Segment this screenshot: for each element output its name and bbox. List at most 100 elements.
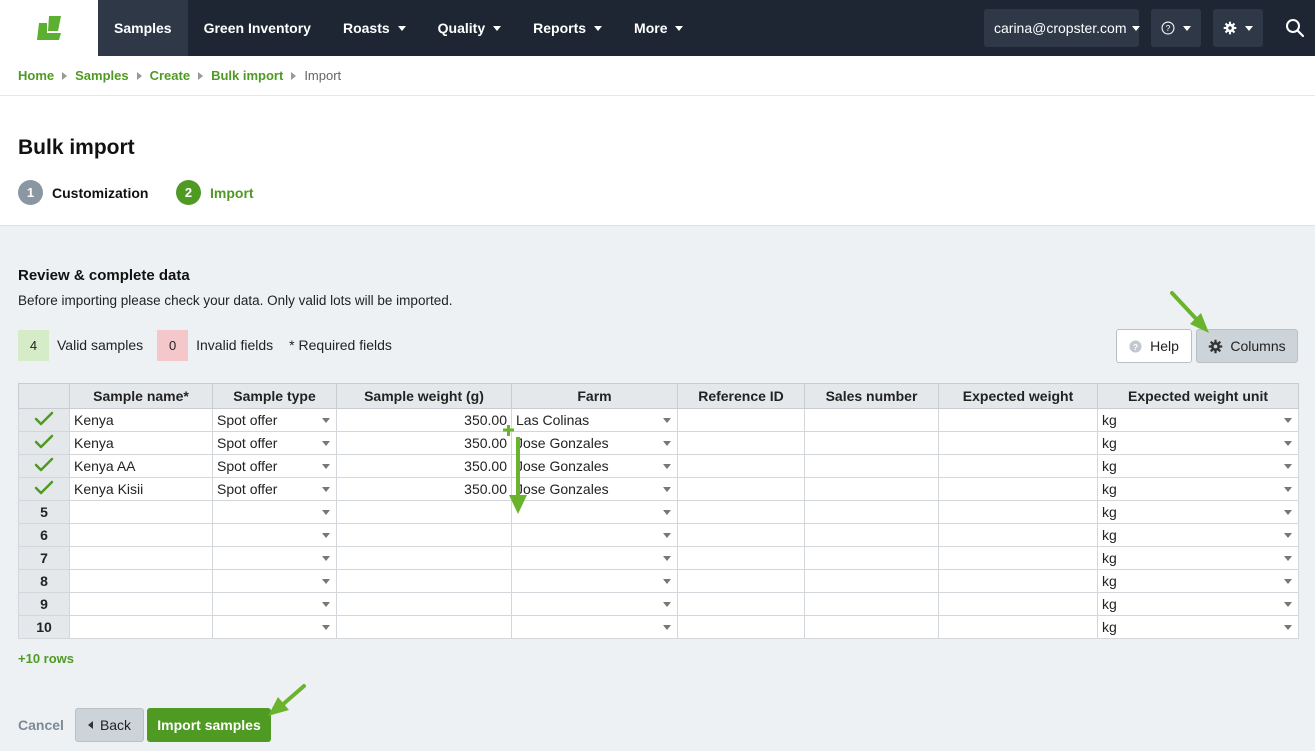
expected-weight-unit-cell[interactable]: kg [1097,615,1299,639]
column-header[interactable]: Reference ID [677,383,805,409]
sales-number-cell[interactable] [804,592,939,616]
sample-type-cell[interactable]: Spot offer [212,454,337,478]
farm-cell[interactable]: Jose Gonzales [511,477,678,501]
expected-weight-unit-cell[interactable]: kg [1097,408,1299,432]
expected-weight-cell[interactable] [938,546,1098,570]
expected-weight-cell[interactable] [938,408,1098,432]
column-header[interactable]: Expected weight [938,383,1098,409]
dropdown-caret-icon[interactable] [322,418,330,423]
dropdown-caret-icon[interactable] [322,579,330,584]
dropdown-caret-icon[interactable] [1284,510,1292,515]
sales-number-cell[interactable] [804,454,939,478]
sample-weight-cell[interactable]: 350.00 [336,408,512,432]
dropdown-caret-icon[interactable] [1284,602,1292,607]
nav-item-more[interactable]: More [618,0,699,56]
column-header[interactable]: Farm [511,383,678,409]
dropdown-caret-icon[interactable] [663,556,671,561]
dropdown-caret-icon[interactable] [322,464,330,469]
expected-weight-unit-cell[interactable]: kg [1097,546,1299,570]
sample-type-cell[interactable] [212,523,337,547]
expected-weight-cell[interactable] [938,569,1098,593]
dropdown-caret-icon[interactable] [1284,533,1292,538]
dropdown-caret-icon[interactable] [322,602,330,607]
sample-type-cell[interactable] [212,615,337,639]
expected-weight-cell[interactable] [938,523,1098,547]
expected-weight-unit-cell[interactable]: kg [1097,477,1299,501]
breadcrumb-link-bulk-import[interactable]: Bulk import [211,68,283,83]
farm-cell[interactable]: Jose Gonzales [511,431,678,455]
sales-number-cell[interactable] [804,523,939,547]
dropdown-caret-icon[interactable] [663,510,671,515]
settings-menu-button[interactable] [1213,9,1263,47]
dropdown-caret-icon[interactable] [1284,487,1292,492]
dropdown-caret-icon[interactable] [663,579,671,584]
sample-name-cell[interactable] [69,615,213,639]
dropdown-caret-icon[interactable] [322,510,330,515]
sample-weight-cell[interactable]: 350.00 [336,431,512,455]
breadcrumb-link-samples[interactable]: Samples [75,68,128,83]
column-header[interactable]: Expected weight unit [1097,383,1299,409]
sales-number-cell[interactable] [804,546,939,570]
farm-cell[interactable] [511,546,678,570]
dropdown-caret-icon[interactable] [322,487,330,492]
user-menu-button[interactable]: carina@cropster.com [984,9,1141,47]
dropdown-caret-icon[interactable] [1284,418,1292,423]
reference-id-cell[interactable] [677,500,805,524]
sample-type-cell[interactable]: Spot offer [212,477,337,501]
sample-name-cell[interactable] [69,546,213,570]
sample-name-cell[interactable]: Kenya Kisii [69,477,213,501]
back-button[interactable]: Back [75,708,144,742]
nav-item-samples[interactable]: Samples [98,0,188,56]
reference-id-cell[interactable] [677,615,805,639]
expected-weight-unit-cell[interactable]: kg [1097,454,1299,478]
dropdown-caret-icon[interactable] [1284,441,1292,446]
dropdown-caret-icon[interactable] [663,602,671,607]
reference-id-cell[interactable] [677,408,805,432]
farm-cell[interactable] [511,523,678,547]
sample-weight-cell[interactable] [336,523,512,547]
sample-name-cell[interactable]: Kenya [69,408,213,432]
dropdown-caret-icon[interactable] [1284,579,1292,584]
sample-weight-cell[interactable]: 350.00 [336,454,512,478]
help-button[interactable]: ? Help [1116,329,1192,363]
dropdown-caret-icon[interactable] [663,533,671,538]
reference-id-cell[interactable] [677,569,805,593]
dropdown-caret-icon[interactable] [663,418,671,423]
sample-type-cell[interactable] [212,569,337,593]
reference-id-cell[interactable] [677,546,805,570]
nav-item-green-inventory[interactable]: Green Inventory [188,0,327,56]
dropdown-caret-icon[interactable] [322,533,330,538]
step-customization[interactable]: 1 Customization [18,180,148,205]
reference-id-cell[interactable] [677,523,805,547]
expected-weight-unit-cell[interactable]: kg [1097,500,1299,524]
column-header[interactable]: Sample weight (g) [336,383,512,409]
nav-item-quality[interactable]: Quality [422,0,517,56]
dropdown-caret-icon[interactable] [663,625,671,630]
reference-id-cell[interactable] [677,431,805,455]
dropdown-caret-icon[interactable] [322,556,330,561]
breadcrumb-link-create[interactable]: Create [150,68,190,83]
sample-weight-cell[interactable] [336,569,512,593]
farm-cell[interactable] [511,569,678,593]
sample-type-cell[interactable]: Spot offer [212,408,337,432]
sales-number-cell[interactable] [804,408,939,432]
sample-weight-cell[interactable] [336,500,512,524]
sample-name-cell[interactable] [69,500,213,524]
sales-number-cell[interactable] [804,500,939,524]
sample-name-cell[interactable] [69,523,213,547]
expected-weight-cell[interactable] [938,500,1098,524]
farm-cell[interactable] [511,592,678,616]
add-rows-link[interactable]: +10 rows [18,651,74,666]
nav-item-reports[interactable]: Reports [517,0,618,56]
expected-weight-cell[interactable] [938,431,1098,455]
farm-cell[interactable] [511,615,678,639]
sample-type-cell[interactable] [212,546,337,570]
sales-number-cell[interactable] [804,615,939,639]
dropdown-caret-icon[interactable] [663,464,671,469]
farm-cell[interactable]: Las Colinas [511,408,678,432]
dropdown-caret-icon[interactable] [1284,625,1292,630]
reference-id-cell[interactable] [677,592,805,616]
dropdown-caret-icon[interactable] [1284,464,1292,469]
sample-type-cell[interactable]: Spot offer [212,431,337,455]
cropster-logo[interactable] [0,0,98,56]
